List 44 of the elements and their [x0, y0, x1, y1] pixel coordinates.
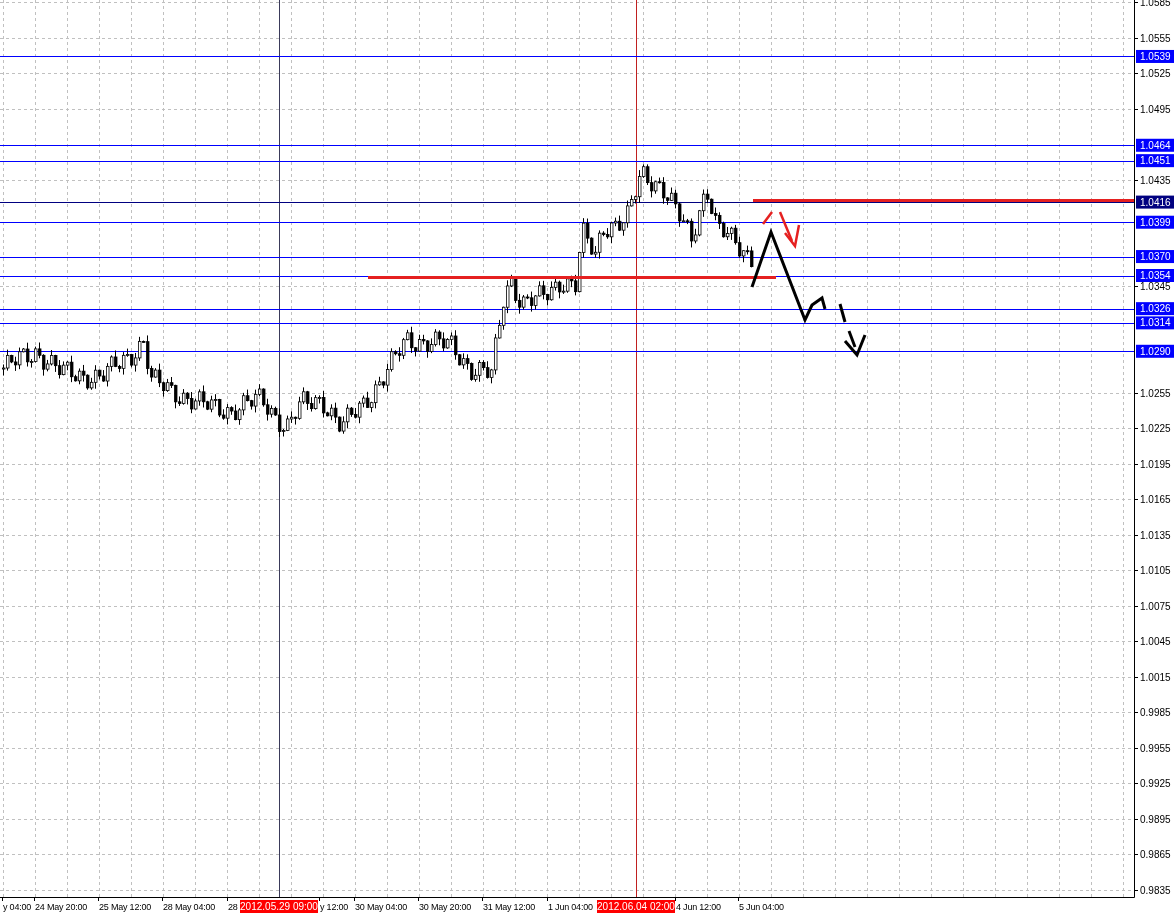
price-label: 1.0255	[1140, 387, 1171, 399]
price-label: 1.0555	[1140, 32, 1171, 44]
price-label: 0.9835	[1140, 885, 1171, 896]
price-label: 1.0105	[1140, 565, 1171, 577]
price-label: 1.0345	[1140, 281, 1171, 293]
price-label: 1.0435	[1140, 174, 1171, 186]
price-label: 1.0165	[1140, 494, 1171, 506]
time-label: y 12:00	[320, 902, 349, 912]
price-label: 0.9955	[1140, 742, 1171, 754]
time-label: 31 May 12:00	[483, 902, 536, 912]
time-label: 5 Jun 04:00	[739, 902, 784, 912]
price-label: 1.0045	[1140, 636, 1171, 648]
price-label: 1.0326	[1140, 303, 1171, 315]
price-label: 0.9895	[1140, 813, 1171, 825]
price-label: 0.9865	[1140, 849, 1171, 861]
price-label: 1.0195	[1140, 458, 1171, 470]
time-label: 1 Jun 04:00	[548, 902, 593, 912]
crosshair-time-tag: 2012.05.29 09:00	[240, 900, 318, 913]
time-label: 28	[228, 902, 238, 912]
price-label: 1.0539	[1140, 50, 1171, 62]
price-label: 1.0525	[1140, 68, 1171, 80]
crosshair-time-tag: 2012.06.04 02:00	[597, 900, 675, 913]
time-label: 28 May 04:00	[163, 902, 216, 912]
time-label: y 04:00	[3, 902, 32, 912]
price-label: 1.0399	[1140, 216, 1171, 228]
price-label: 1.0135	[1140, 529, 1171, 541]
price-label: 0.9985	[1140, 707, 1171, 719]
price-label: 1.0370	[1140, 251, 1171, 263]
price-label: 1.0075	[1140, 600, 1171, 612]
price-label: 1.0314	[1140, 317, 1171, 329]
price-label: 1.0495	[1140, 103, 1171, 115]
time-label: 30 May 04:00	[355, 902, 408, 912]
price-label: 1.0290	[1140, 345, 1171, 357]
price-label: 0.9925	[1140, 778, 1171, 790]
time-label: 4 Jun 12:00	[676, 902, 721, 912]
price-label: 1.0451	[1140, 155, 1171, 167]
time-label: 30 May 20:00	[419, 902, 472, 912]
price-label: 1.0416	[1140, 196, 1171, 208]
price-label: 1.0015	[1140, 671, 1171, 683]
price-label: 1.0225	[1140, 423, 1171, 435]
price-label: 1.0354	[1140, 270, 1171, 281]
price-label: 1.0464	[1140, 139, 1171, 151]
time-label: 24 May 20:00	[35, 902, 88, 912]
time-label: 25 May 12:00	[99, 902, 152, 912]
